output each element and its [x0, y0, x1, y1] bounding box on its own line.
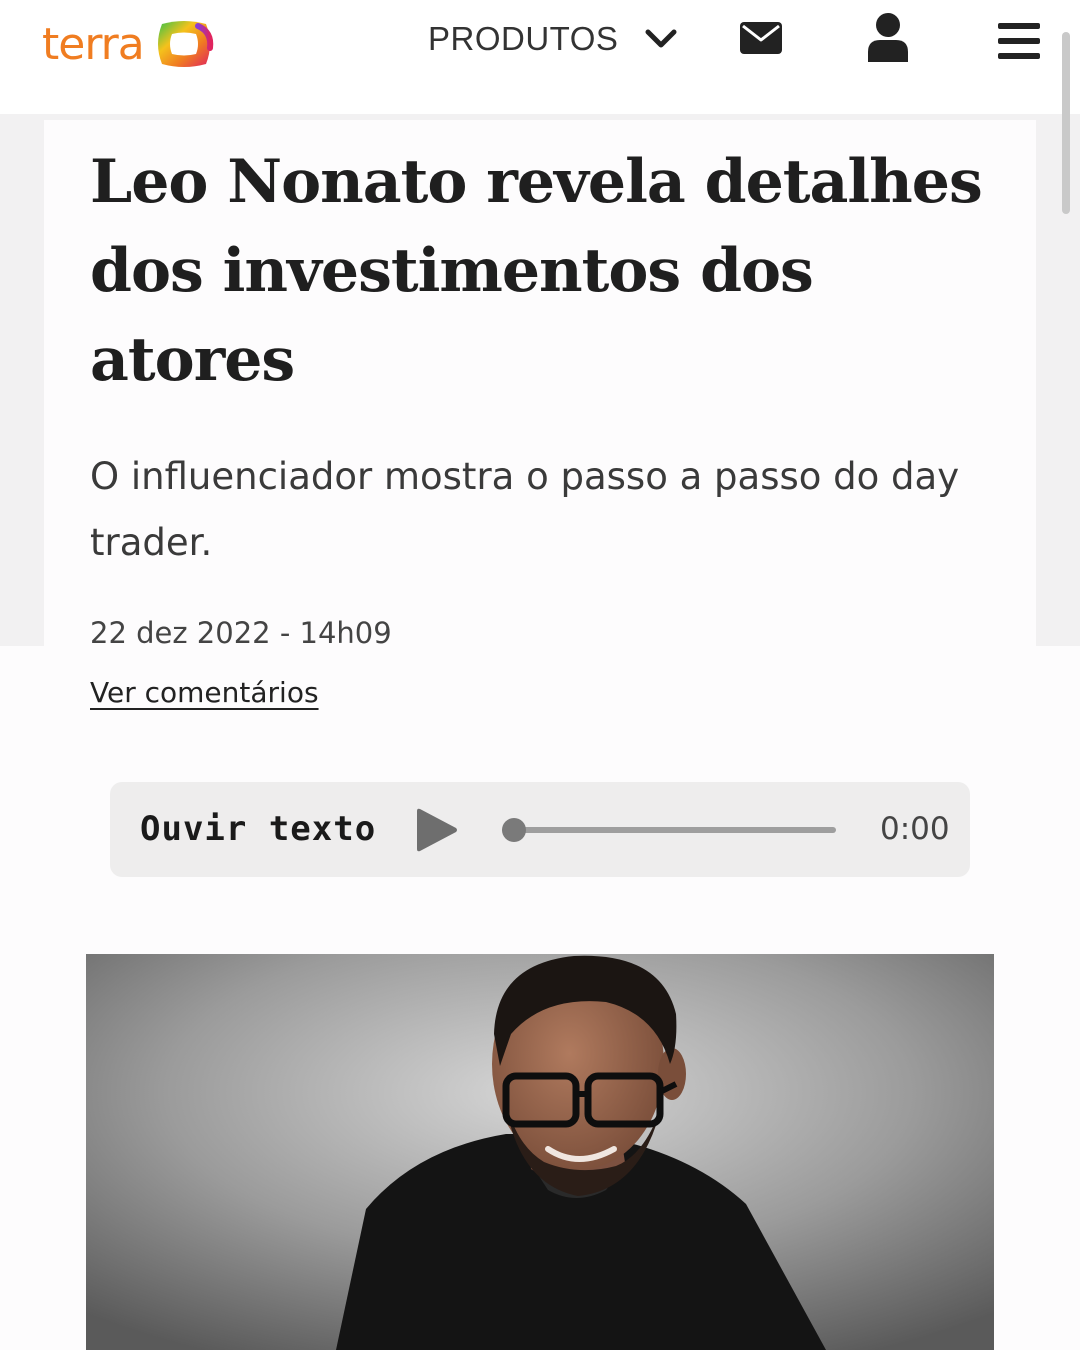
logo-text: terra [42, 18, 145, 70]
terra-logo[interactable]: terra [42, 14, 216, 74]
audio-progress-track[interactable] [502, 827, 836, 833]
chevron-down-icon [645, 29, 677, 48]
listen-text-label: Ouvir texto [140, 809, 377, 849]
products-label: PRODUTOS [428, 20, 619, 57]
top-bar: terra PRODUTOS [0, 0, 1080, 114]
mail-icon[interactable] [740, 22, 782, 54]
view-comments-link[interactable]: Ver comentários [90, 676, 319, 709]
publish-date: 22 dez 2022 - 14h09 [90, 616, 392, 650]
terra-logo-icon [157, 21, 213, 67]
audio-time: 0:00 [880, 811, 950, 847]
products-menu[interactable]: PRODUTOS [428, 18, 678, 60]
article-title: Leo Nonato revela detalhes dos investime… [90, 147, 983, 395]
user-icon[interactable] [866, 12, 910, 62]
play-icon[interactable] [416, 806, 460, 854]
audio-player: Ouvir texto 0:00 [110, 782, 970, 877]
scrollbar[interactable] [1062, 32, 1070, 214]
article-photo [86, 954, 994, 1350]
menu-icon[interactable] [998, 22, 1040, 60]
portrait-image [86, 954, 994, 1350]
article-subtitle: O influenciador mostra o passo a passo d… [90, 455, 960, 564]
audio-progress-knob[interactable] [502, 818, 526, 842]
